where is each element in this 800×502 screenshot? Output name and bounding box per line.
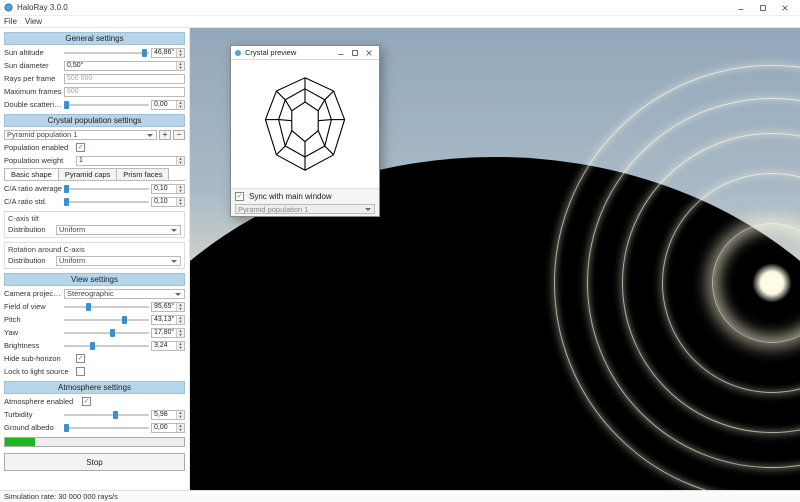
atm-enabled-check[interactable] [82,397,91,406]
status-text: Simulation rate: 30 000 000 rays/s [4,492,118,501]
population-enabled-label: Population enabled [4,143,74,152]
sun-diameter-label: Sun diameter [4,61,62,70]
window-title: HaloRay 3.0.0 [17,3,730,12]
pitch-label: Pitch [4,315,62,324]
population-weight-label: Population weight [4,156,74,165]
app-icon [4,3,13,12]
section-view: View settings [4,273,185,286]
ground-albedo-spin[interactable]: 0,00▲▼ [151,423,185,433]
sync-label: Sync with main window [249,192,332,201]
rotation-label: Rotation around C-axis [8,245,181,254]
tilt-dist-label: Distribution [8,225,54,234]
tilt-label: C-axis tilt [8,214,181,223]
preview-icon [234,49,242,57]
tilt-group: C-axis tilt Distribution Uniform [4,211,185,238]
sun-altitude-spin[interactable]: 46,86°▲▼ [151,48,185,58]
double-scatter-slider[interactable] [64,101,149,109]
ground-albedo-label: Ground albedo [4,423,62,432]
sun-altitude-label: Sun altitude [4,48,62,57]
preview-title: Crystal preview [245,48,334,57]
ca-avg-slider[interactable] [64,185,149,193]
sun-disc [752,263,792,303]
turbidity-slider[interactable] [64,411,149,419]
settings-sidebar: General settings Sun altitude 46,86°▲▼ S… [0,28,190,490]
remove-population-button[interactable]: − [173,130,185,140]
rays-per-frame-input[interactable]: 500 000 [64,74,185,84]
population-select[interactable]: Pyramid population 1 [4,130,157,140]
max-frames-label: Maximum frames [4,87,62,96]
yaw-spin[interactable]: 17,80°▲▼ [151,328,185,338]
section-crystal: Crystal population settings [4,114,185,127]
turbidity-label: Turbidity [4,410,62,419]
crystal-preview-window[interactable]: Crystal preview [230,45,380,217]
render-viewport[interactable]: Crystal preview [190,28,800,490]
ca-std-spin[interactable]: 0,10▲▼ [151,197,185,207]
ca-std-slider[interactable] [64,198,149,206]
projection-select[interactable]: Stereographic [64,289,185,299]
menu-file[interactable]: File [4,17,17,26]
pitch-spin[interactable]: 43,13°▲▼ [151,315,185,325]
crystal-tabs: Basic shape Pyramid caps Prism faces [4,168,185,181]
preview-population-select: Pyramid population 1 [235,204,375,214]
rotation-distribution-select[interactable]: Uniform [56,256,181,266]
brightness-spin[interactable]: 3,24▲▼ [151,341,185,351]
pitch-slider[interactable] [64,316,149,324]
rays-per-frame-label: Rays per frame [4,74,62,83]
preview-canvas [231,60,379,188]
ca-std-label: C/A ratio std. [4,197,62,206]
turbidity-spin[interactable]: 5,98▲▼ [151,410,185,420]
rot-dist-label: Distribution [8,256,54,265]
rotation-group: Rotation around C-axis Distribution Unif… [4,242,185,269]
population-enabled-check[interactable] [76,143,85,152]
minimize-button[interactable] [730,1,752,15]
menubar: File View [0,16,800,28]
projection-label: Camera projection [4,289,62,298]
preview-close-button[interactable] [362,46,376,60]
lock-to-light-check[interactable] [76,367,85,376]
double-scatter-label: Double scattering [4,100,62,109]
ca-avg-label: C/A ratio average [4,184,62,193]
progress-bar [4,437,185,447]
tab-pyramid-caps[interactable]: Pyramid caps [58,168,117,180]
yaw-slider[interactable] [64,329,149,337]
lock-label: Lock to light source [4,367,74,376]
atm-enabled-label: Atmosphere enabled [4,397,80,406]
stop-button[interactable]: Stop [4,453,185,471]
fov-label: Field of view [4,302,62,311]
sun-diameter-spin[interactable]: 0,50°▲▼ [64,61,185,71]
fov-spin[interactable]: 95,65°▲▼ [151,302,185,312]
crystal-wireframe-icon [250,69,360,179]
population-weight-spin[interactable]: 1▲▼ [76,156,185,166]
sync-check[interactable] [235,192,244,201]
close-button[interactable] [774,1,796,15]
add-population-button[interactable]: + [159,130,171,140]
yaw-label: Yaw [4,328,62,337]
hide-sub-horizon-label: Hide sub-horizon [4,354,74,363]
tab-prism-faces[interactable]: Prism faces [116,168,169,180]
fov-slider[interactable] [64,303,149,311]
menu-view[interactable]: View [25,17,42,26]
maximize-button[interactable] [752,1,774,15]
brightness-label: Brightness [4,341,62,350]
sun-altitude-slider[interactable] [64,49,149,57]
section-atmosphere: Atmosphere settings [4,381,185,394]
ground-albedo-slider[interactable] [64,424,149,432]
preview-minimize-button[interactable] [334,46,348,60]
tilt-distribution-select[interactable]: Uniform [56,225,181,235]
hide-sub-horizon-check[interactable] [76,354,85,363]
tab-basic-shape[interactable]: Basic shape [4,168,59,180]
window-titlebar: HaloRay 3.0.0 [0,0,800,16]
brightness-slider[interactable] [64,342,149,350]
ca-avg-spin[interactable]: 0,10▲▼ [151,184,185,194]
section-general: General settings [4,32,185,45]
max-frames-input[interactable]: 600 [64,87,185,97]
double-scatter-spin[interactable]: 0,00▲▼ [151,100,185,110]
preview-maximize-button[interactable] [348,46,362,60]
statusbar: Simulation rate: 30 000 000 rays/s [0,490,800,502]
